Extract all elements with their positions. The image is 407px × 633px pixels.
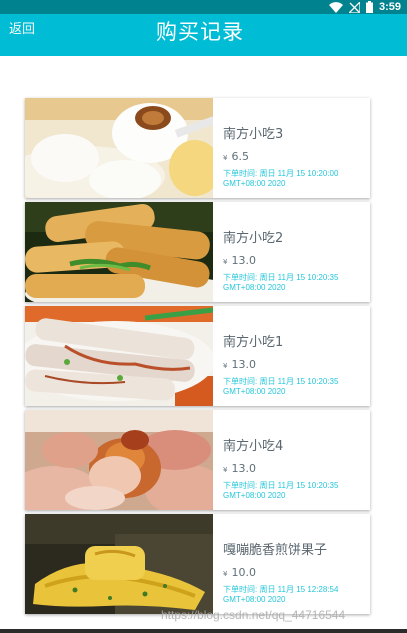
price-value: 10.0: [231, 566, 256, 579]
currency-symbol: ¥: [223, 362, 228, 370]
order-info: 南方小吃1 ¥13.0 下单时间: 周日 11月 15 10:20:35 GMT+…: [213, 306, 370, 406]
order-card[interactable]: 南方小吃3 ¥6.5 下单时间: 周日 11月 15 10:20:00 GMT+0…: [25, 98, 370, 198]
status-bar: 3:59: [0, 0, 407, 14]
order-info: 南方小吃4 ¥13.0 下单时间: 周日 11月 15 10:20:35 GMT+…: [213, 410, 370, 510]
order-time-line2: GMT+08:00 2020: [223, 179, 286, 188]
order-time: 下单时间: 周日 11月 15 10:20:35 GMT+08:00 2020: [223, 481, 373, 501]
price-value: 13.0: [231, 462, 256, 475]
order-time-line2: GMT+08:00 2020: [223, 491, 286, 500]
currency-symbol: ¥: [223, 466, 228, 474]
order-info: 南方小吃3 ¥6.5 下单时间: 周日 11月 15 10:20:00 GMT+0…: [213, 98, 370, 198]
order-time-line1: 下单时间: 周日 11月 15 10:20:35: [223, 481, 339, 490]
order-image-jianbing: [25, 514, 213, 614]
order-price: ¥6.5: [223, 150, 249, 165]
wifi-icon: [328, 1, 343, 13]
order-time-line2: GMT+08:00 2020: [223, 283, 286, 292]
order-price: ¥10.0: [223, 566, 256, 581]
order-name: 嘎嘣脆香煎饼果子: [223, 543, 328, 558]
order-name: 南方小吃4: [223, 439, 284, 454]
page-title: 购买记录: [156, 20, 244, 44]
order-price: ¥13.0: [223, 462, 256, 477]
order-image-rice-noodle-rolls: [25, 306, 213, 406]
order-name: 南方小吃2: [223, 231, 284, 246]
price-value: 13.0: [231, 254, 256, 267]
order-image-crispy-pastries: [25, 410, 213, 510]
order-card[interactable]: 南方小吃4 ¥13.0 下单时间: 周日 11月 15 10:20:35 GMT+…: [25, 410, 370, 510]
order-time-line1: 下单时间: 周日 11月 15 10:20:00: [223, 169, 339, 178]
order-time-line1: 下单时间: 周日 11月 15 12:28:54: [223, 585, 339, 594]
order-name: 南方小吃1: [223, 335, 284, 350]
order-info: 嘎嘣脆香煎饼果子 ¥10.0 下单时间: 周日 11月 15 12:28:54 G…: [213, 514, 370, 614]
status-icons: 3:59: [328, 0, 401, 14]
no-signal-icon: [348, 1, 360, 13]
currency-symbol: ¥: [223, 570, 228, 578]
order-image-spring-rolls: [25, 202, 213, 302]
order-list: 南方小吃3 ¥6.5 下单时间: 周日 11月 15 10:20:00 GMT+0…: [25, 98, 370, 618]
order-price: ¥13.0: [223, 254, 256, 269]
price-value: 13.0: [231, 358, 256, 371]
currency-symbol: ¥: [223, 258, 228, 266]
order-card[interactable]: 南方小吃1 ¥13.0 下单时间: 周日 11月 15 10:20:35 GMT+…: [25, 306, 370, 406]
bottom-edge: [0, 629, 407, 633]
order-time-line2: GMT+08:00 2020: [223, 595, 286, 604]
currency-symbol: ¥: [223, 154, 228, 162]
order-time: 下单时间: 周日 11月 15 12:28:54 GMT+08:00 2020: [223, 585, 373, 605]
order-time: 下单时间: 周日 11月 15 10:20:35 GMT+08:00 2020: [223, 273, 373, 293]
order-price: ¥13.0: [223, 358, 256, 373]
order-info: 南方小吃2 ¥13.0 下单时间: 周日 11月 15 10:20:35 GMT+…: [213, 202, 370, 302]
order-image-tangyuan: [25, 98, 213, 198]
battery-icon: [365, 1, 373, 13]
order-time-line2: GMT+08:00 2020: [223, 387, 286, 396]
order-name: 南方小吃3: [223, 127, 284, 142]
order-card[interactable]: 南方小吃2 ¥13.0 下单时间: 周日 11月 15 10:20:35 GMT+…: [25, 202, 370, 302]
price-value: 6.5: [231, 150, 249, 163]
order-time-line1: 下单时间: 周日 11月 15 10:20:35: [223, 377, 339, 386]
status-time: 3:59: [378, 1, 401, 13]
order-time: 下单时间: 周日 11月 15 10:20:35 GMT+08:00 2020: [223, 377, 373, 397]
order-time-line1: 下单时间: 周日 11月 15 10:20:35: [223, 273, 339, 282]
watermark: https://blog.csdn.net/qq_44716544: [161, 608, 346, 622]
order-card[interactable]: 嘎嘣脆香煎饼果子 ¥10.0 下单时间: 周日 11月 15 12:28:54 G…: [25, 514, 370, 614]
app-bar: 返回 购买记录: [0, 14, 407, 56]
order-time: 下单时间: 周日 11月 15 10:20:00 GMT+08:00 2020: [223, 169, 373, 189]
